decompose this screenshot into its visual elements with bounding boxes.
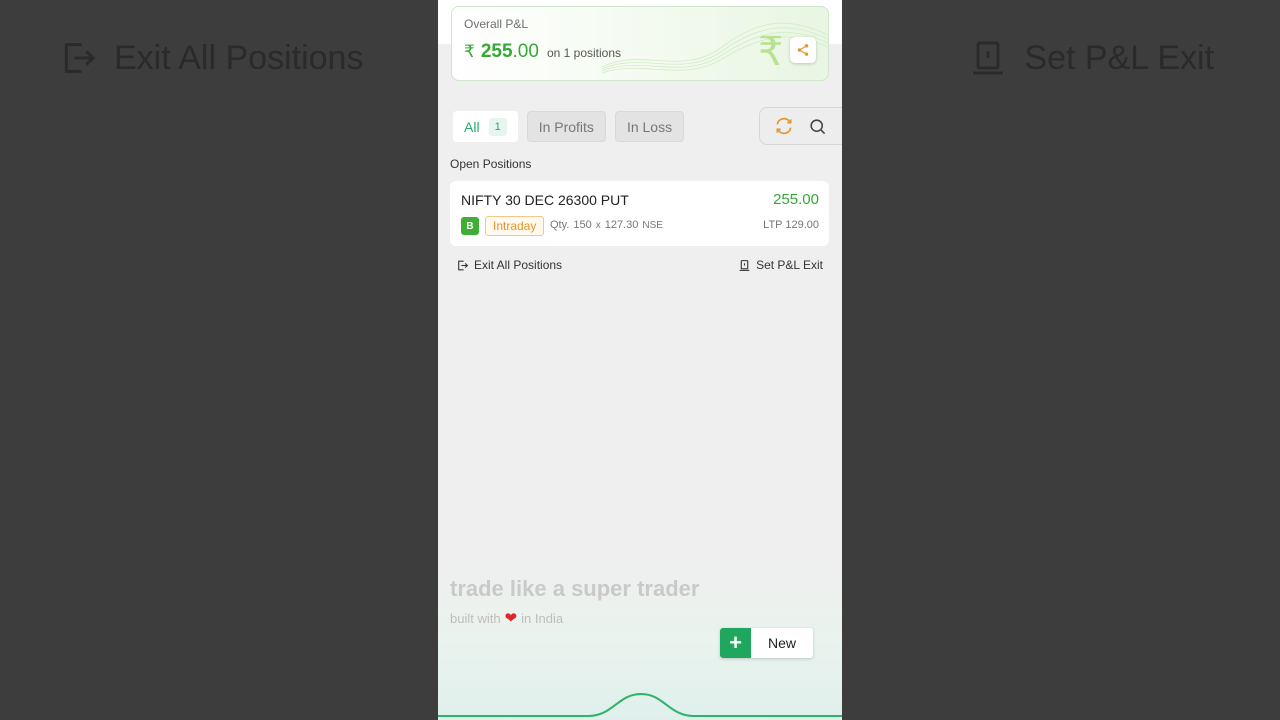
plus-icon: + (720, 628, 751, 658)
exit-all-positions-button[interactable]: Exit All Positions (456, 258, 562, 272)
overall-pl-value: 255.00 (481, 41, 539, 63)
new-order-button[interactable]: + New (720, 628, 813, 658)
position-symbol: NIFTY 30 DEC 26300 PUT (461, 192, 629, 208)
tagline: trade like a super trader (450, 576, 700, 601)
background-set-pl-echo: Set P&L Exit (968, 38, 1214, 78)
rupee-decoration: ₹ (758, 29, 784, 75)
qty-value: 150 (573, 219, 592, 231)
tab-in-loss-label: In Loss (626, 118, 673, 135)
overall-pl-title: Overall P&L (464, 17, 529, 31)
position-ltp: LTP 129.00 (763, 219, 819, 231)
qty-label: Qty. (550, 219, 570, 231)
heart-icon: ❤ (504, 610, 518, 627)
tab-all[interactable]: All 1 (453, 111, 518, 142)
qty-times: x (595, 220, 601, 231)
background-exit-all-echo: Exit All Positions (58, 38, 363, 78)
exit-all-label: Exit All Positions (474, 258, 563, 272)
positions-count-note: on 1 positions (546, 46, 622, 60)
built-prefix: built with (450, 610, 501, 626)
phone-screen: Overall P&L ₹ 255.00 on 1 positions ₹ Al… (438, 0, 842, 720)
product-badge: Intraday (485, 216, 545, 236)
currency-symbol: ₹ (464, 42, 475, 61)
set-pl-exit-label: Set P&L Exit (756, 258, 823, 272)
exit-icon (458, 260, 469, 270)
tab-in-profits-label: In Profits (538, 118, 594, 135)
set-pl-exit-button[interactable]: Set P&L Exit (738, 258, 823, 272)
bottom-nav-wave (438, 692, 842, 717)
background-set-pl-label: Set P&L Exit (1024, 38, 1214, 77)
open-positions-heading: Open Positions (450, 157, 532, 171)
tab-in-loss[interactable]: In Loss (614, 111, 685, 142)
tools-panel (759, 107, 842, 145)
avg-price: 127.30 (604, 219, 639, 231)
background-exit-all-label: Exit All Positions (114, 38, 364, 77)
position-actions: Exit All Positions Set P&L Exit (456, 258, 823, 272)
position-pnl: 255.00 (773, 191, 819, 208)
exit-icon (64, 43, 96, 73)
overall-pl-value-decimal: .00 (512, 41, 539, 62)
built-in-india: built with ❤ in India (450, 609, 563, 627)
set-pl-exit-icon (739, 259, 750, 271)
overall-pl-row: ₹ 255.00 on 1 positions (464, 41, 621, 63)
position-card[interactable]: NIFTY 30 DEC 26300 PUT 255.00 B Intraday… (450, 181, 829, 246)
refresh-icon[interactable] (774, 116, 794, 136)
tab-all-count: 1 (488, 117, 507, 136)
built-suffix: in India (521, 610, 564, 626)
search-icon[interactable] (808, 117, 827, 136)
tab-all-label: All (464, 118, 480, 135)
position-quantity: Qty. 150 x 127.30 NSE (550, 219, 663, 231)
buy-badge: B (461, 217, 479, 235)
position-filter-tabs: All 1 In Profits In Loss (453, 111, 685, 142)
overall-pl-value-int: 255 (480, 41, 513, 62)
share-button[interactable] (790, 37, 816, 63)
share-icon (797, 44, 809, 56)
overall-pl-card: Overall P&L ₹ 255.00 on 1 positions ₹ (451, 6, 829, 81)
tab-in-profits[interactable]: In Profits (526, 111, 606, 142)
set-pl-exit-icon (973, 41, 1004, 75)
new-order-label: New (767, 635, 796, 651)
exchange-label: NSE (642, 220, 663, 231)
